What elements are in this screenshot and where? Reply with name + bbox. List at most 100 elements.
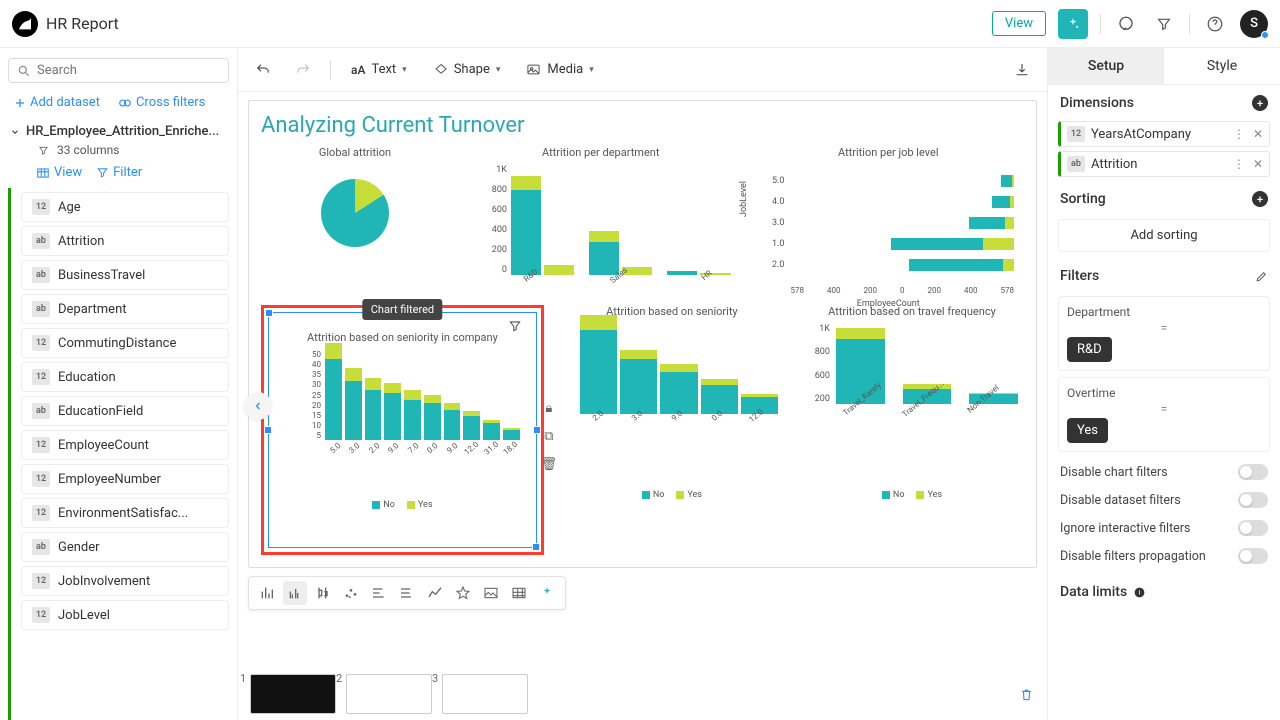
column-name: JobInvolvement — [58, 574, 150, 589]
chart-type-scatter[interactable] — [339, 581, 363, 605]
chart-title-pie: Global attrition — [261, 146, 449, 159]
thumb-2[interactable] — [346, 674, 432, 714]
column-item[interactable]: Education — [21, 362, 229, 392]
chart-type-bar-grouped[interactable] — [283, 581, 307, 605]
column-item[interactable]: EnvironmentSatisfac... — [21, 498, 229, 528]
chart-type-line[interactable] — [423, 581, 447, 605]
thumb-1[interactable] — [250, 674, 336, 714]
chart-title-seniority-company: Attrition based on seniority in company — [279, 331, 526, 344]
chart-type-bar-h[interactable] — [367, 581, 391, 605]
dataset-filter-link[interactable]: Filter — [96, 165, 142, 180]
copy-icon[interactable]: ⧉ — [539, 426, 559, 446]
column-item[interactable]: Gender — [21, 532, 229, 562]
toggle-switch[interactable] — [1238, 520, 1268, 536]
type-badge — [32, 403, 50, 419]
column-item[interactable]: CommutingDistance — [21, 328, 229, 358]
chart-type-candlestick[interactable] — [311, 581, 335, 605]
avatar[interactable]: S — [1240, 10, 1268, 38]
column-item[interactable]: Department — [21, 294, 229, 324]
column-name: EnvironmentSatisfac... — [58, 506, 188, 521]
filter-value-chip[interactable]: R&D — [1067, 337, 1112, 362]
seniority-chart[interactable]: 2.03.09.00.012.0 — [560, 324, 784, 434]
dataset-view-link[interactable]: View — [36, 165, 82, 180]
ai-sparkle-button[interactable] — [1058, 9, 1088, 39]
column-item[interactable]: JobInvolvement — [21, 566, 229, 596]
chat-icon[interactable] — [1113, 11, 1139, 37]
add-dimension-button[interactable]: + — [1252, 95, 1268, 111]
column-item[interactable]: Age — [21, 192, 229, 222]
add-dataset-link[interactable]: Add dataset — [14, 95, 100, 110]
filter-value-chip[interactable]: Yes — [1067, 418, 1108, 443]
type-badge — [32, 267, 50, 283]
dept-chart[interactable]: 1K8006004002000 R&DS — [465, 165, 737, 295]
column-name: BusinessTravel — [58, 268, 145, 283]
joblevel-chart[interactable]: JobLevel 5.04.03.01.02.0 578400200020040… — [752, 165, 1024, 295]
funnel-icon[interactable] — [508, 319, 522, 333]
add-sorting-plus[interactable]: + — [1252, 191, 1268, 207]
download-icon[interactable] — [1009, 57, 1035, 83]
undo-icon[interactable] — [250, 57, 276, 83]
trash-icon[interactable]: 🗑︎ — [539, 454, 559, 474]
column-item[interactable]: EmployeeCount — [21, 430, 229, 460]
selected-chart-frame[interactable]: Chart filtered Attrition based on senior… — [261, 305, 544, 555]
filter-icon[interactable] — [1151, 11, 1177, 37]
add-sorting-button[interactable]: Add sorting — [1058, 219, 1270, 252]
view-button[interactable]: View — [992, 11, 1046, 36]
more-icon[interactable]: ⋮ — [1233, 127, 1245, 141]
filters-heading: Filters — [1060, 268, 1099, 284]
chart-type-star[interactable] — [451, 581, 475, 605]
toggle-switch[interactable] — [1238, 548, 1268, 564]
grid-icon — [36, 166, 50, 180]
info-icon[interactable]: i — [1133, 586, 1146, 599]
type-badge — [32, 573, 50, 589]
toggle-row: Disable filters propagation — [1048, 542, 1280, 570]
help-icon[interactable] — [1202, 11, 1228, 37]
type-badge — [32, 505, 50, 521]
toggle-switch[interactable] — [1238, 464, 1268, 480]
toggle-switch[interactable] — [1238, 492, 1268, 508]
text-tool[interactable]: aA Text▾ — [345, 58, 413, 81]
dataset-header[interactable]: HR_Employee_Attrition_Enriche... — [0, 116, 237, 143]
column-item[interactable]: EmployeeNumber — [21, 464, 229, 494]
column-name: Attrition — [58, 234, 104, 249]
chart-type-image[interactable] — [479, 581, 503, 605]
filter-group[interactable]: Department=R&D — [1058, 296, 1270, 371]
prev-page-button[interactable] — [244, 392, 272, 420]
more-icon[interactable]: ⋮ — [1233, 157, 1245, 171]
column-item[interactable]: JobLevel — [21, 600, 229, 630]
column-name: EducationField — [58, 404, 143, 419]
thumb-3[interactable] — [442, 674, 528, 714]
chart-type-ai[interactable] — [535, 581, 559, 605]
column-item[interactable]: Attrition — [21, 226, 229, 256]
filter-group[interactable]: Overtime=Yes — [1058, 377, 1270, 452]
pie-chart[interactable] — [321, 179, 389, 247]
chevron-down-icon — [10, 127, 20, 137]
dimension-chip[interactable]: YearsAtCompany⋮✕ — [1058, 121, 1270, 147]
tab-style[interactable]: Style — [1164, 48, 1280, 84]
column-list: Age Attrition BusinessTravel Department Comm… — [8, 188, 237, 720]
redo-icon[interactable] — [290, 57, 316, 83]
lock-icon[interactable]: 🔒︎ — [539, 398, 559, 418]
search-input[interactable] — [8, 58, 229, 83]
data-limits-heading: Data limits — [1060, 584, 1127, 600]
funnel-icon — [96, 166, 109, 179]
media-tool[interactable]: Media▾ — [520, 58, 599, 81]
remove-icon[interactable]: ✕ — [1253, 157, 1263, 171]
tab-setup[interactable]: Setup — [1048, 48, 1164, 84]
dataset-columns-count: 33 columns — [0, 143, 237, 157]
app-logo — [12, 11, 38, 37]
chart-type-bar-h-stacked[interactable] — [395, 581, 419, 605]
canvas[interactable]: Analyzing Current Turnover Global attrit… — [238, 92, 1047, 720]
chart-type-bar-vertical[interactable] — [255, 581, 279, 605]
remove-icon[interactable]: ✕ — [1253, 127, 1263, 141]
edit-filters-icon[interactable] — [1255, 270, 1268, 283]
column-item[interactable]: EducationField — [21, 396, 229, 426]
type-badge — [32, 607, 50, 623]
dimension-chip[interactable]: Attrition⋮✕ — [1058, 151, 1270, 177]
shape-tool[interactable]: Shape▾ — [427, 58, 507, 81]
delete-page-icon[interactable] — [1019, 686, 1035, 702]
cross-filters-link[interactable]: Cross filters — [118, 95, 205, 110]
travel-chart[interactable]: 1K800600200 Travel_RarelyTravel_Frequ...… — [800, 324, 1024, 424]
chart-type-table[interactable] — [507, 581, 531, 605]
column-item[interactable]: BusinessTravel — [21, 260, 229, 290]
